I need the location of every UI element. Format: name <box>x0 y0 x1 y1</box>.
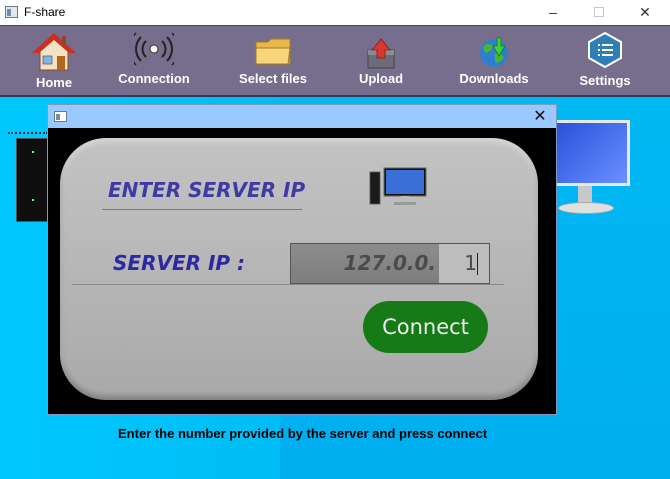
dialog-heading: ENTER SERVER IP <box>108 178 306 202</box>
title-bar: F-share – ✕ <box>0 0 670 25</box>
monitor-base <box>558 202 614 214</box>
maximize-icon <box>594 7 604 17</box>
upload-button[interactable]: Upload <box>352 26 410 96</box>
dotted-divider <box>8 132 48 134</box>
computer-tower-image <box>16 138 49 222</box>
server-ip-input[interactable]: 127.0.0. 1 <box>290 243 490 284</box>
folder-icon <box>255 38 291 65</box>
heading-underline <box>102 209 302 210</box>
settings-hexagon-icon <box>588 32 622 68</box>
connect-panel: ENTER SERVER IP SERVER IP : 127.0.0. 1 C… <box>60 138 538 400</box>
dialog-close-button[interactable]: ✕ <box>528 105 552 128</box>
toolbar-label-select-files: Select files <box>239 71 307 86</box>
tower-led <box>32 199 34 201</box>
monitor-screen <box>552 120 630 186</box>
desktop-computer-icon <box>369 167 427 205</box>
server-ip-dialog: ✕ ENTER SERVER IP SERVER IP : 127.0.0. 1… <box>47 104 557 415</box>
home-icon <box>32 33 76 71</box>
minimize-button[interactable]: – <box>530 0 576 25</box>
text-caret <box>477 253 478 275</box>
connect-button[interactable]: Connect <box>363 301 488 353</box>
toolbar-label-settings: Settings <box>579 73 631 88</box>
close-button[interactable]: ✕ <box>622 0 668 25</box>
toolbar-label-home: Home <box>35 75 73 90</box>
download-globe-icon <box>480 37 508 67</box>
field-underline <box>72 284 504 285</box>
toolbar: Home Connection Select files Upload Down… <box>0 25 670 97</box>
server-ip-label: SERVER IP : <box>113 251 246 275</box>
tower-led <box>32 151 34 153</box>
connection-button[interactable]: Connection <box>114 26 194 96</box>
window-title: F-share <box>24 5 66 19</box>
signal-icon <box>134 32 174 66</box>
dialog-title-bar: ✕ <box>48 105 556 128</box>
maximize-button[interactable] <box>576 0 622 25</box>
app-icon <box>5 6 18 18</box>
toolbar-label-downloads: Downloads <box>459 71 529 86</box>
ip-input-text: 1 <box>439 244 489 283</box>
ip-input-selected-text: 127.0.0. <box>291 244 439 283</box>
upload-icon <box>367 38 395 69</box>
instruction-text: Enter the number provided by the server … <box>118 426 488 441</box>
app-window: F-share – ✕ Home Connection Select files… <box>0 0 670 479</box>
toolbar-label-upload: Upload <box>358 71 404 86</box>
home-button[interactable]: Home <box>24 26 84 96</box>
select-files-button[interactable]: Select files <box>236 26 310 96</box>
dialog-app-icon <box>54 111 67 122</box>
settings-button[interactable]: Settings <box>574 26 636 96</box>
toolbar-label-connection: Connection <box>118 71 190 86</box>
downloads-button[interactable]: Downloads <box>458 26 530 96</box>
monitor-image <box>548 120 630 216</box>
